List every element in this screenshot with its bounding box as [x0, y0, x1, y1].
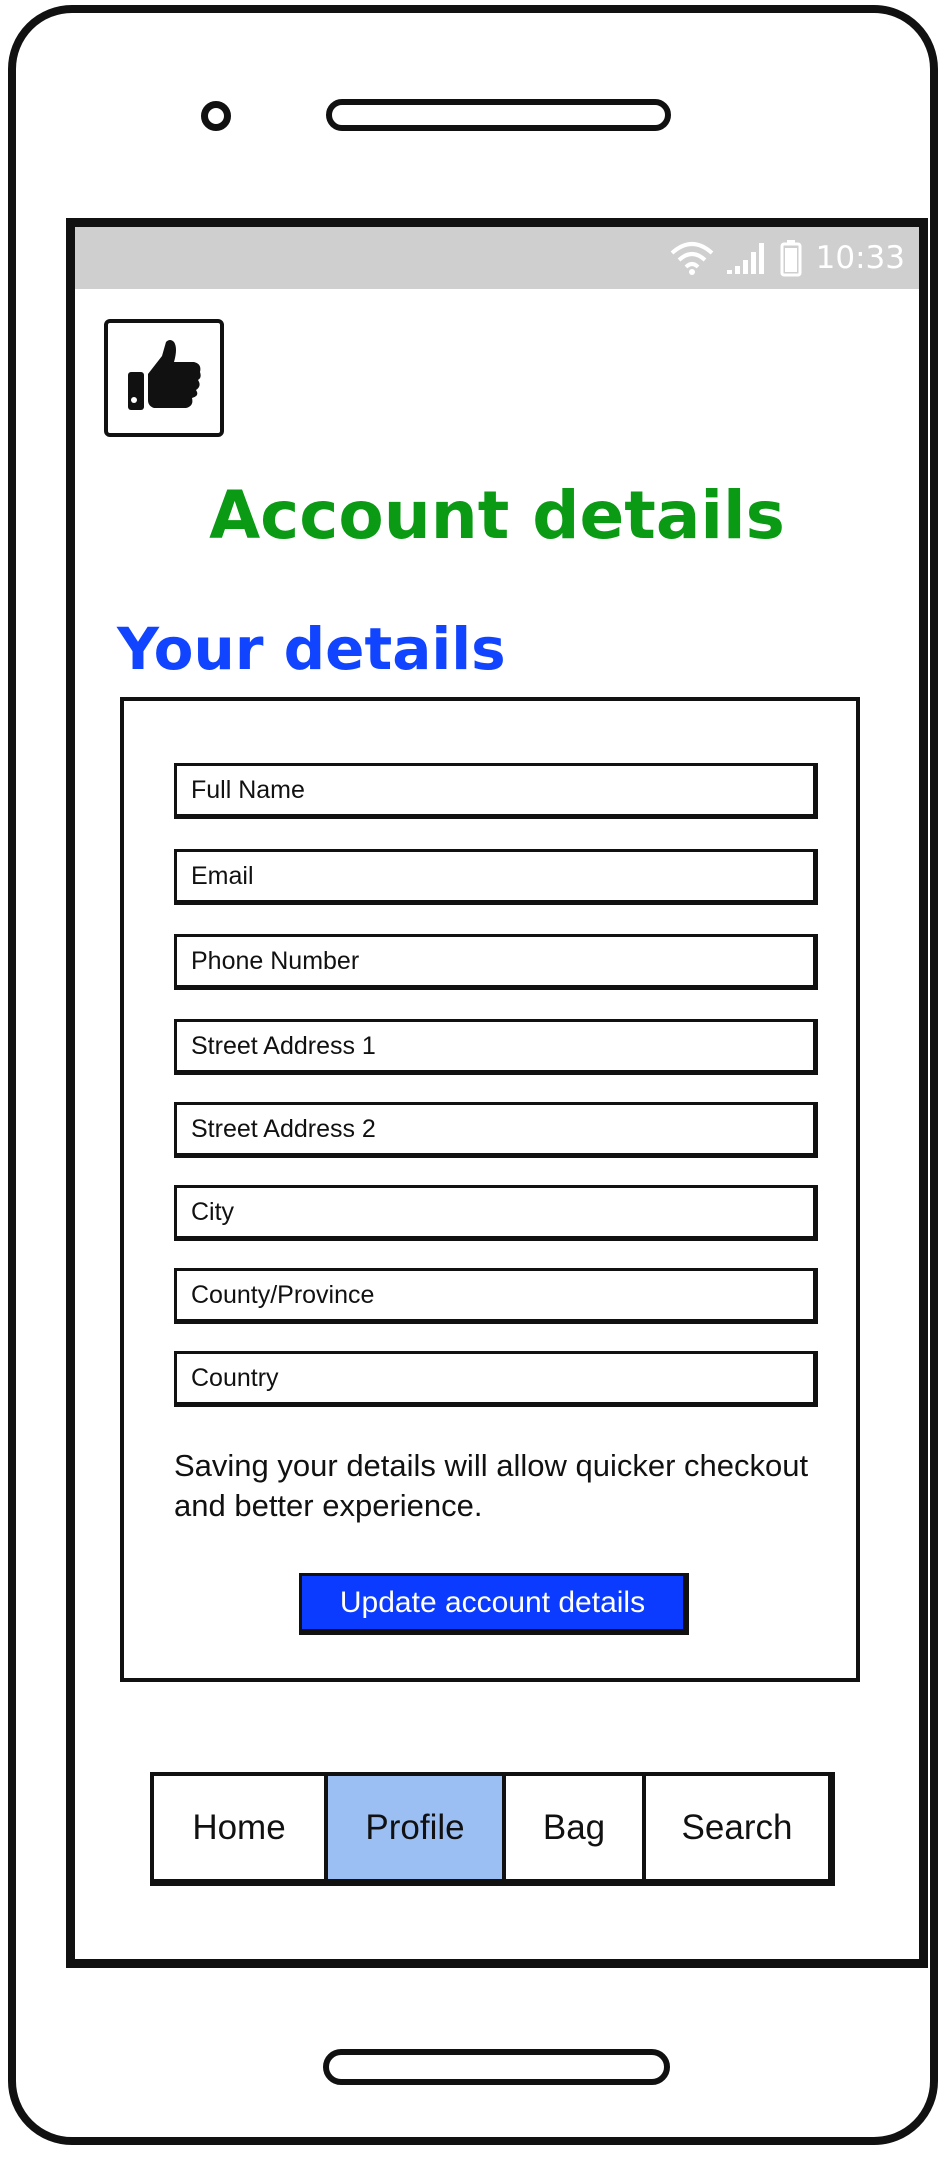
battery-icon — [780, 239, 802, 277]
page-title: Account details — [209, 477, 785, 554]
street-address-1-field[interactable] — [174, 1019, 818, 1075]
county-province-input[interactable] — [191, 1280, 813, 1310]
country-field[interactable] — [174, 1351, 818, 1407]
camera-icon — [201, 101, 231, 131]
email-field[interactable] — [174, 849, 818, 905]
info-text: Saving your details will allow quicker c… — [174, 1448, 809, 1523]
details-form-panel: Saving your details will allow quicker c… — [120, 697, 860, 1682]
bottom-tab-bar: Home Profile Bag Search — [150, 1772, 835, 1886]
street-address-1-input[interactable] — [191, 1031, 813, 1061]
tab-profile[interactable]: Profile — [328, 1776, 506, 1879]
wifi-icon — [670, 241, 714, 275]
full-name-field[interactable] — [174, 763, 818, 819]
county-province-field[interactable] — [174, 1268, 818, 1324]
signal-icon — [726, 241, 768, 275]
tab-home[interactable]: Home — [154, 1776, 328, 1879]
country-input[interactable] — [191, 1363, 813, 1393]
phone-screen: 10:33 Account details Your details Full … — [66, 218, 928, 1968]
speaker-grille — [326, 99, 671, 131]
section-title: Your details — [117, 615, 506, 683]
tab-bag[interactable]: Bag — [506, 1776, 646, 1879]
logo[interactable] — [104, 319, 224, 437]
phone-number-field[interactable] — [174, 934, 818, 990]
home-button[interactable] — [323, 2049, 670, 2085]
phone-frame: 10:33 Account details Your details Full … — [8, 5, 938, 2145]
street-address-2-field[interactable] — [174, 1102, 818, 1158]
city-input[interactable] — [191, 1197, 813, 1227]
street-address-2-input[interactable] — [191, 1114, 813, 1144]
phone-number-input[interactable] — [191, 946, 813, 976]
city-field[interactable] — [174, 1185, 818, 1241]
status-time: 10:33 — [815, 240, 905, 276]
tab-search[interactable]: Search — [646, 1776, 828, 1879]
thumbs-up-icon — [124, 336, 204, 421]
status-bar: 10:33 — [75, 227, 919, 289]
full-name-input[interactable] — [191, 775, 813, 805]
update-account-details-button[interactable]: Update account details — [299, 1573, 689, 1635]
email-input[interactable] — [191, 861, 813, 891]
